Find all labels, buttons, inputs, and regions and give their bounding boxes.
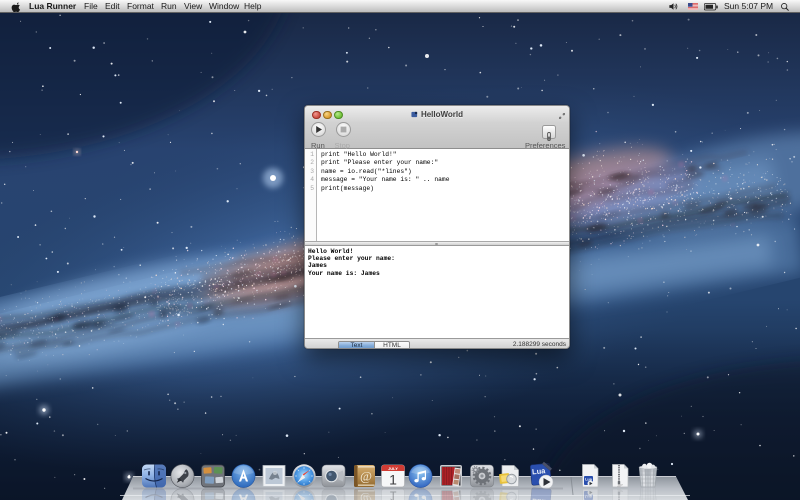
svg-text:1: 1 (389, 472, 397, 488)
svg-text:JULY: JULY (388, 466, 398, 471)
svg-text:ZIP: ZIP (617, 484, 623, 488)
svg-text:@: @ (360, 469, 372, 484)
svg-text:Lua: Lua (532, 466, 547, 476)
